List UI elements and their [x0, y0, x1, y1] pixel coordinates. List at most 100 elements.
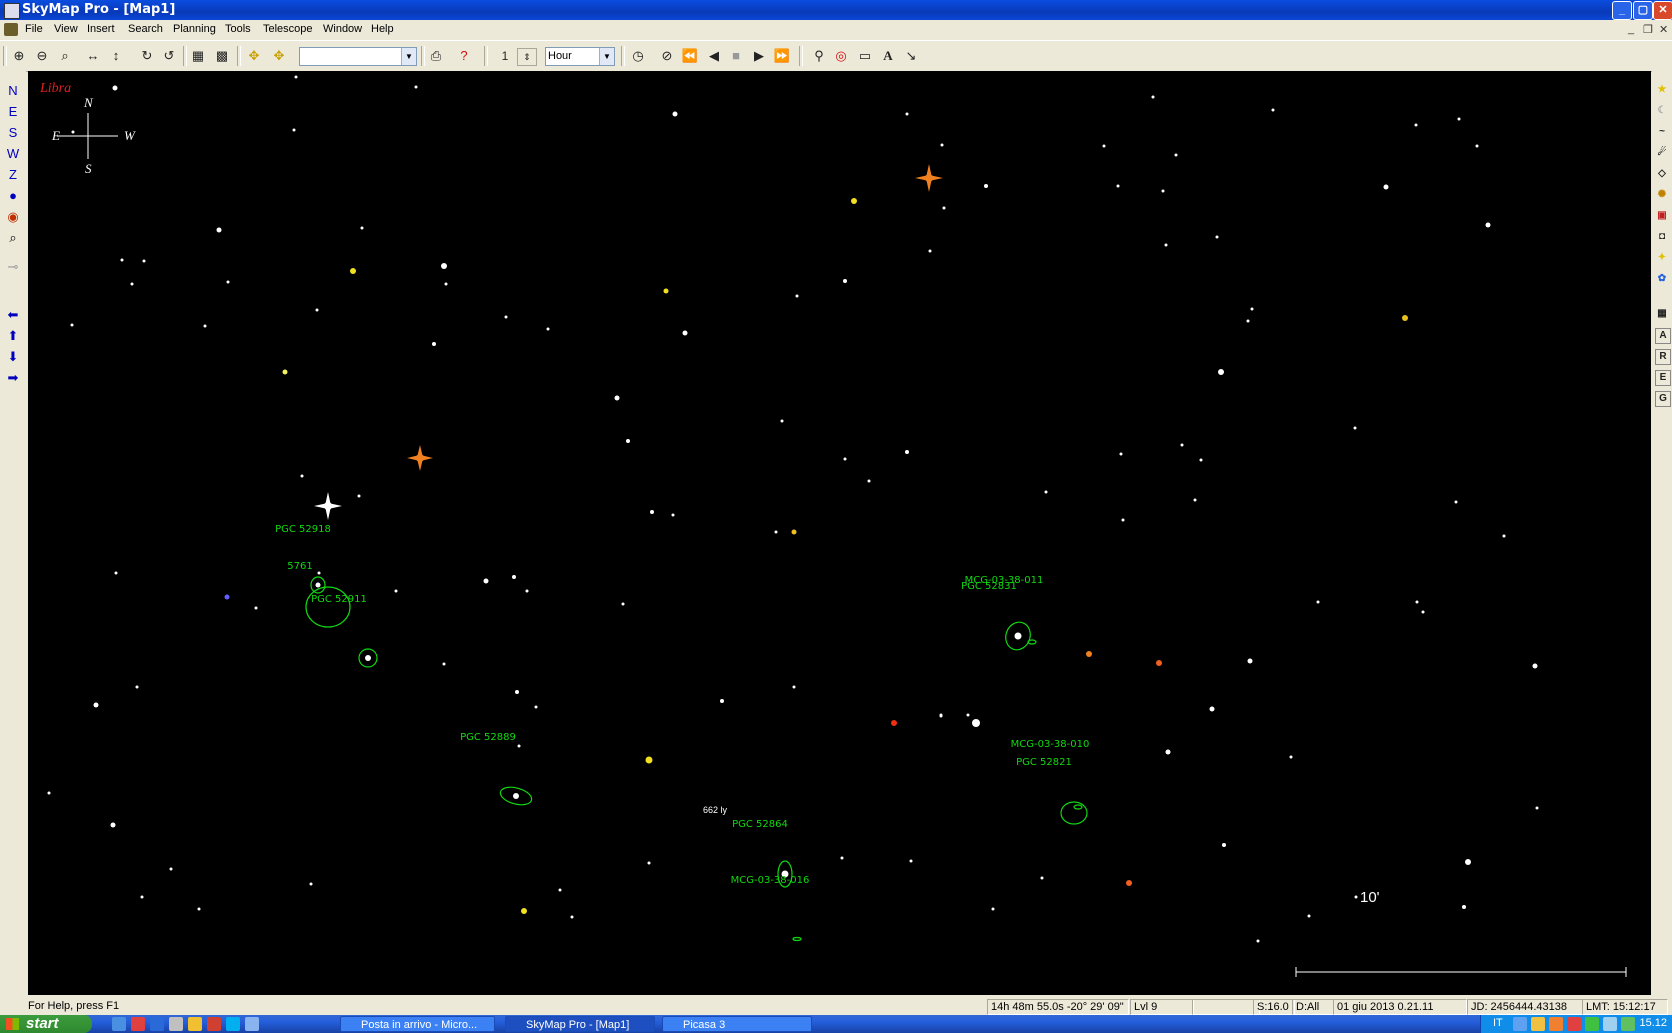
star[interactable] — [357, 494, 361, 498]
star[interactable] — [1180, 443, 1184, 447]
star[interactable] — [130, 282, 134, 286]
star[interactable] — [792, 685, 796, 689]
zoom-out-icon[interactable]: ⊖ — [33, 48, 51, 64]
star[interactable] — [1250, 307, 1254, 311]
star[interactable] — [843, 279, 847, 283]
chevron-down-icon[interactable]: ▼ — [599, 48, 614, 65]
star[interactable] — [254, 606, 258, 610]
star[interactable] — [93, 702, 99, 708]
star[interactable] — [513, 793, 519, 799]
star[interactable] — [515, 690, 519, 694]
star[interactable] — [966, 713, 970, 717]
find-object-icon[interactable]: ✥ — [270, 48, 288, 64]
text-tool-icon[interactable]: A — [879, 48, 897, 64]
chrome-icon[interactable] — [207, 1017, 221, 1031]
star[interactable] — [1457, 117, 1461, 121]
star[interactable] — [282, 369, 288, 375]
star[interactable] — [1502, 534, 1506, 538]
start-button[interactable]: start — [0, 1015, 92, 1033]
star[interactable] — [1040, 876, 1044, 880]
star[interactable] — [1126, 880, 1132, 886]
object-label[interactable]: PGC 52831 — [961, 581, 1017, 592]
star[interactable] — [315, 308, 319, 312]
time-unit-select[interactable]: Hour ▼ — [545, 47, 615, 66]
star[interactable] — [1164, 243, 1168, 247]
star[interactable] — [1116, 184, 1120, 188]
star[interactable] — [224, 594, 230, 600]
menu-insert[interactable]: Insert — [87, 23, 115, 35]
star[interactable] — [1271, 108, 1275, 112]
star[interactable] — [972, 719, 980, 727]
star[interactable] — [614, 395, 620, 401]
mdi-restore-icon[interactable]: ❐ — [1643, 23, 1653, 36]
maximize-button[interactable]: ▢ — [1633, 1, 1653, 20]
star[interactable] — [1316, 600, 1320, 604]
clock-icon[interactable]: ◷ — [629, 48, 647, 64]
bright-star[interactable] — [314, 492, 342, 520]
star[interactable] — [905, 450, 909, 454]
star[interactable] — [1044, 490, 1048, 494]
star[interactable] — [414, 85, 418, 89]
rotate-cw-icon[interactable]: ↻ — [138, 48, 156, 64]
link-icon[interactable]: ⊘ — [658, 48, 676, 64]
object-label[interactable]: MCG-03-38-010 — [1011, 739, 1090, 750]
star[interactable] — [300, 474, 304, 478]
star[interactable] — [47, 791, 51, 795]
menu-view[interactable]: View — [54, 23, 78, 35]
milky-way-icon[interactable]: ~ — [1655, 125, 1669, 139]
star[interactable] — [647, 861, 651, 865]
star[interactable] — [1209, 706, 1215, 712]
star[interactable] — [1246, 319, 1250, 323]
telescope-icon[interactable]: ⚲ — [810, 48, 828, 64]
star[interactable] — [774, 530, 778, 534]
star[interactable] — [780, 419, 784, 423]
star[interactable] — [350, 268, 356, 274]
star[interactable] — [928, 249, 932, 253]
star[interactable] — [112, 85, 118, 91]
star[interactable] — [71, 130, 75, 134]
satellite-icon[interactable]: ▣ — [1655, 209, 1669, 223]
star[interactable] — [795, 294, 799, 298]
star[interactable] — [891, 720, 897, 726]
star[interactable] — [558, 888, 562, 892]
star[interactable] — [1119, 452, 1123, 456]
star[interactable] — [671, 513, 675, 517]
star[interactable] — [867, 479, 871, 483]
star[interactable] — [1307, 914, 1311, 918]
star[interactable] — [120, 258, 124, 262]
star[interactable] — [442, 662, 446, 666]
star[interactable] — [110, 822, 116, 828]
tray-icon[interactable] — [1567, 1017, 1581, 1031]
star[interactable] — [365, 655, 371, 661]
star[interactable] — [1218, 369, 1224, 375]
star[interactable] — [216, 227, 222, 233]
star[interactable] — [1222, 843, 1226, 847]
star[interactable] — [1151, 95, 1155, 99]
star[interactable] — [1402, 315, 1408, 321]
menu-telescope[interactable]: Telescope — [263, 23, 313, 35]
star[interactable] — [517, 744, 521, 748]
step-forward-icon[interactable]: ▶ — [750, 48, 768, 64]
pan-up-icon[interactable]: ⬆ — [5, 328, 21, 344]
orient-zenith-button[interactable]: Z — [5, 167, 21, 183]
menu-window[interactable]: Window — [323, 23, 362, 35]
star[interactable] — [1475, 144, 1479, 148]
star[interactable] — [1454, 500, 1458, 504]
orient-north-button[interactable]: N — [5, 83, 21, 99]
minimize-button[interactable]: _ — [1612, 1, 1632, 20]
menu-search[interactable]: Search — [128, 23, 163, 35]
magnifier-icon[interactable]: ⌕ — [5, 230, 21, 246]
star[interactable] — [645, 756, 653, 764]
object-label[interactable]: PGC 52821 — [1016, 757, 1072, 768]
star[interactable] — [294, 75, 298, 79]
object-label[interactable]: 5761 — [287, 561, 312, 572]
star[interactable] — [939, 714, 943, 718]
star[interactable] — [309, 882, 313, 886]
star[interactable] — [1256, 939, 1260, 943]
pan-right-icon[interactable]: ➡ — [5, 370, 21, 386]
star[interactable] — [1354, 895, 1358, 899]
chevron-down-icon[interactable]: ▼ — [401, 48, 416, 65]
star[interactable] — [942, 206, 946, 210]
star[interactable] — [663, 288, 669, 294]
task-outlook[interactable]: Posta in arrivo - Micro... — [340, 1016, 495, 1032]
